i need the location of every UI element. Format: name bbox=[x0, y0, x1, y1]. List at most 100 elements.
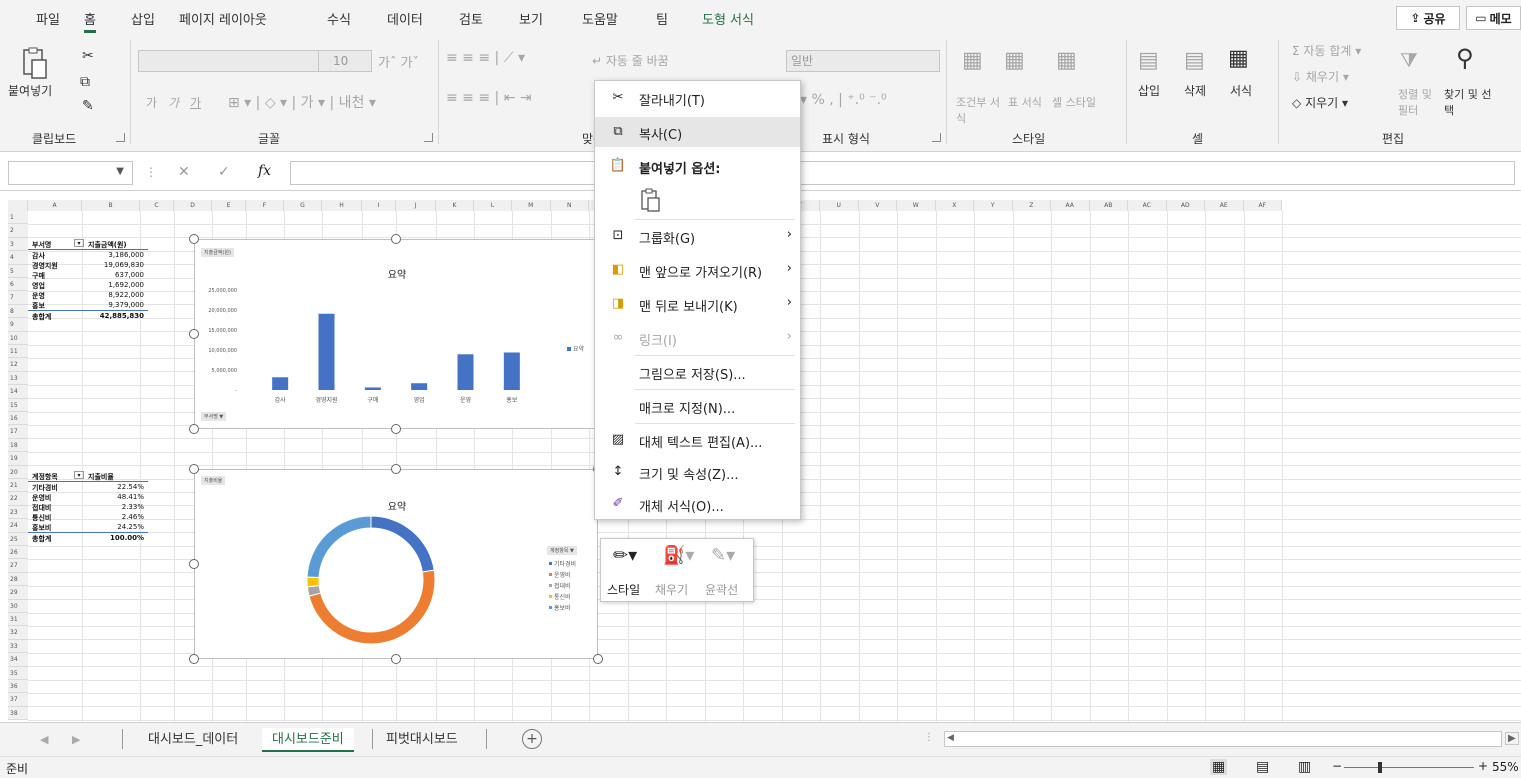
bold-button[interactable]: 가 bbox=[146, 94, 157, 111]
column-header[interactable]: W bbox=[897, 200, 936, 211]
column-header[interactable]: V bbox=[858, 200, 897, 211]
column-header[interactable]: M bbox=[512, 200, 551, 211]
cut-icon[interactable]: ✂ bbox=[82, 48, 94, 64]
column-header[interactable]: B bbox=[82, 200, 140, 211]
tab-team[interactable]: 팀 bbox=[656, 9, 668, 28]
zoom-out-icon[interactable]: − bbox=[1332, 759, 1342, 773]
column-header[interactable]: E bbox=[212, 200, 246, 211]
resize-handle[interactable] bbox=[391, 654, 401, 664]
zoom-slider-thumb[interactable] bbox=[1378, 762, 1382, 773]
table-cell-label[interactable]: 경영지원 bbox=[32, 261, 58, 271]
outline-button[interactable]: 윤곽선 bbox=[705, 581, 738, 598]
table-cell-label[interactable]: 통신비 bbox=[32, 513, 51, 523]
clipboard-launcher[interactable] bbox=[116, 133, 125, 142]
fill-button[interactable]: 채우기 bbox=[655, 581, 688, 598]
donut-chart[interactable]: 지출비율 요약 기타경비 운영비 접대비 통신비 홍보비 계정항목 ▼ bbox=[194, 469, 598, 659]
cell-style-icon[interactable]: ▦ bbox=[1056, 48, 1077, 73]
menu-item-group[interactable]: ⊡ 그룹화(G) › bbox=[595, 221, 800, 251]
function-icon[interactable]: fx bbox=[258, 163, 271, 179]
tab-shape-format[interactable]: 도형 서식 bbox=[702, 9, 754, 28]
column-header[interactable]: H bbox=[322, 200, 362, 211]
tab-formulas[interactable]: 수식 bbox=[327, 9, 351, 28]
filter-dropdown-icon[interactable]: ▾ bbox=[74, 239, 84, 247]
find-select-button[interactable]: 찾기 및 선택 bbox=[1444, 86, 1496, 118]
column-header[interactable]: K bbox=[436, 200, 474, 211]
row-header[interactable]: 13 bbox=[8, 371, 28, 386]
menu-item-send-back[interactable]: ◨ 맨 뒤로 보내기(K) › bbox=[595, 289, 800, 319]
column-header[interactable]: D bbox=[174, 200, 212, 211]
table-cell-value[interactable]: 9,379,000 bbox=[88, 301, 144, 309]
column-header[interactable]: J bbox=[396, 200, 436, 211]
menu-item-link[interactable]: ∞ 링크(I) › bbox=[595, 323, 800, 353]
menu-item-cut[interactable]: ✂ 잘라내기(T) bbox=[595, 83, 800, 113]
donut-slice[interactable] bbox=[306, 515, 372, 579]
column-header[interactable]: G bbox=[284, 200, 322, 211]
row-header[interactable]: 11 bbox=[8, 345, 28, 359]
table-cell-label[interactable]: 영업 bbox=[32, 281, 45, 291]
resize-handle[interactable] bbox=[189, 424, 199, 434]
scroll-right-icon[interactable]: ▶ bbox=[1505, 732, 1519, 745]
bar[interactable] bbox=[272, 377, 289, 390]
resize-handle[interactable] bbox=[189, 329, 199, 339]
tab-page-layout[interactable]: 페이지 레이아웃 bbox=[179, 9, 267, 28]
table-cell-value[interactable]: 2.33% bbox=[88, 503, 144, 511]
autosum-button[interactable]: Σ 자동 합계 ▾ bbox=[1292, 42, 1361, 59]
row-header[interactable]: 35 bbox=[8, 666, 28, 680]
style-button[interactable]: 스타일 bbox=[607, 581, 640, 598]
sort-filter-button[interactable]: 정렬 및 필터 bbox=[1398, 86, 1438, 118]
table-cell-label[interactable]: 접대비 bbox=[32, 503, 51, 513]
row-header[interactable]: 18 bbox=[8, 438, 28, 453]
number-launcher[interactable] bbox=[932, 133, 941, 142]
column-header[interactable]: I bbox=[362, 200, 396, 211]
row-header[interactable]: 7 bbox=[8, 291, 28, 305]
bar[interactable] bbox=[411, 383, 428, 390]
legend-field-button[interactable]: 계정항목 ▼ bbox=[547, 546, 577, 555]
tab-home[interactable]: 홈 bbox=[84, 9, 96, 33]
table-cell-value[interactable]: 637,000 bbox=[88, 271, 144, 279]
scroll-left-icon[interactable]: ◀ bbox=[40, 733, 48, 746]
insert-cells-button[interactable]: 삽입 bbox=[1138, 82, 1160, 99]
resize-handle[interactable] bbox=[189, 464, 199, 474]
column-header[interactable]: N bbox=[550, 200, 589, 211]
clear-button[interactable]: ◇ 지우기 ▾ bbox=[1292, 94, 1348, 111]
resize-handle[interactable] bbox=[593, 654, 603, 664]
row-header[interactable]: 23 bbox=[8, 505, 28, 520]
row-header[interactable]: 5 bbox=[8, 264, 28, 278]
table-cell-value[interactable]: 24.25% bbox=[88, 523, 144, 531]
number-format-select[interactable]: 일반 bbox=[786, 50, 940, 72]
row-header[interactable]: 3 bbox=[8, 237, 28, 252]
formula-input[interactable] bbox=[290, 161, 1515, 185]
row-header[interactable]: 21 bbox=[8, 479, 28, 493]
add-sheet-icon[interactable]: + bbox=[522, 729, 542, 749]
row-header[interactable]: 4 bbox=[8, 251, 28, 265]
normal-view-icon[interactable]: ▦ bbox=[1210, 759, 1228, 775]
tab-data[interactable]: 데이터 bbox=[387, 9, 423, 28]
horizontal-scrollbar[interactable]: ◀ bbox=[944, 731, 1502, 747]
table-cell-label[interactable]: 구매 bbox=[32, 271, 45, 281]
pivot-table-accounts[interactable]: 계정항목 ▾ 지출비율 기타경비 22.54% 운영비 48.41% 접대비 2.33% 통… bbox=[28, 470, 148, 570]
grow-font-icon[interactable]: 가ˆ 가ˇ bbox=[378, 52, 419, 71]
row-header[interactable]: 26 bbox=[8, 546, 28, 560]
menu-item-save-picture[interactable]: 그림으로 저장(S)... bbox=[595, 357, 800, 387]
scroll-right-icon[interactable]: ▶ bbox=[72, 733, 80, 746]
percent-icon[interactable]: ▾ % , | ⁺.⁰ ⁻.⁰ bbox=[800, 92, 887, 108]
menu-item-format-object[interactable]: ✐ 개체 서식(O)... bbox=[595, 489, 800, 519]
cancel-icon[interactable]: ✕ bbox=[178, 164, 190, 180]
resize-handle[interactable] bbox=[189, 654, 199, 664]
filter-dropdown-icon[interactable]: ▾ bbox=[74, 471, 84, 479]
scroll-left-icon[interactable]: ◀ bbox=[947, 733, 954, 743]
page-layout-view-icon[interactable]: ▤ bbox=[1256, 759, 1269, 775]
font-name-select[interactable] bbox=[138, 50, 330, 72]
conditional-format-icon[interactable]: ▦ bbox=[962, 48, 983, 73]
resize-handle[interactable] bbox=[391, 424, 401, 434]
row-header[interactable]: 36 bbox=[8, 680, 28, 694]
search-icon[interactable]: ⚲ bbox=[1456, 44, 1474, 72]
column-header[interactable]: C bbox=[140, 200, 174, 211]
share-button[interactable]: ⇪ 공유 bbox=[1396, 6, 1460, 30]
column-header[interactable]: L bbox=[474, 200, 512, 211]
donut-slice[interactable] bbox=[306, 576, 320, 588]
table-cell-value[interactable]: 8,922,000 bbox=[88, 291, 144, 299]
tab-file[interactable]: 파일 bbox=[36, 9, 60, 28]
column-header[interactable]: X bbox=[935, 200, 974, 211]
row-header[interactable]: 22 bbox=[8, 492, 28, 506]
